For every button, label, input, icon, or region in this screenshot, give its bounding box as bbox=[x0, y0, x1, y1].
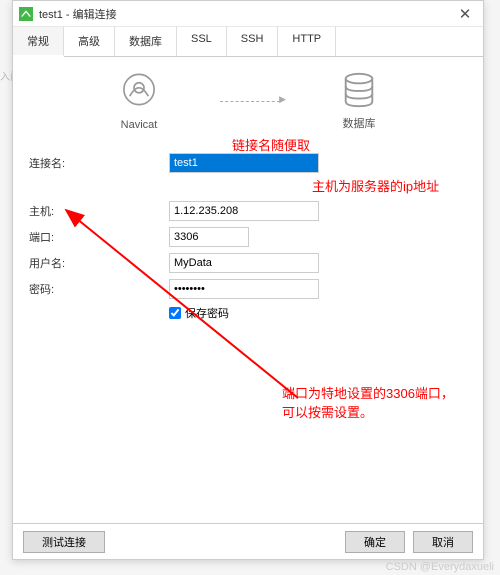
connection-diagram: Navicat 数据库 bbox=[29, 71, 467, 131]
save-pass-label: 保存密码 bbox=[185, 305, 229, 321]
tab-advanced[interactable]: 高级 bbox=[64, 27, 115, 56]
tab-ssl[interactable]: SSL bbox=[177, 27, 227, 56]
tab-bar: 常规 高级 数据库 SSL SSH HTTP bbox=[13, 27, 483, 57]
test-connection-button[interactable]: 测试连接 bbox=[23, 531, 105, 553]
navicat-app-icon bbox=[19, 7, 33, 21]
user-label: 用户名: bbox=[29, 255, 169, 271]
window-title: test1 - 编辑连接 bbox=[39, 6, 453, 22]
host-label: 主机: bbox=[29, 203, 169, 219]
database-label: 数据库 bbox=[343, 115, 376, 131]
pass-label: 密码: bbox=[29, 281, 169, 297]
navicat-icon bbox=[118, 71, 160, 113]
watermark: CSDN @Everydaxueli bbox=[386, 561, 494, 573]
conn-name-label: 连接名: bbox=[29, 155, 169, 171]
tab-database[interactable]: 数据库 bbox=[115, 27, 177, 56]
user-input[interactable] bbox=[169, 253, 319, 273]
dialog-window: test1 - 编辑连接 ✕ 常规 高级 数据库 SSL SSH HTTP Na… bbox=[12, 0, 484, 560]
close-button[interactable]: ✕ bbox=[453, 2, 477, 26]
dialog-footer: 测试连接 确定 取消 bbox=[13, 523, 483, 559]
close-icon: ✕ bbox=[459, 5, 472, 23]
dialog-content: Navicat 数据库 连接名: 主机: 端口: bbox=[13, 57, 483, 523]
navicat-label: Navicat bbox=[121, 119, 158, 131]
save-pass-checkbox[interactable] bbox=[169, 307, 181, 319]
pass-input[interactable] bbox=[169, 279, 319, 299]
tab-general[interactable]: 常规 bbox=[13, 27, 64, 57]
cancel-button[interactable]: 取消 bbox=[413, 531, 473, 553]
conn-name-input[interactable] bbox=[169, 153, 319, 173]
ok-button[interactable]: 确定 bbox=[345, 531, 405, 553]
tab-http[interactable]: HTTP bbox=[278, 27, 336, 56]
port-label: 端口: bbox=[29, 229, 169, 245]
connector-line bbox=[220, 101, 280, 102]
host-input[interactable] bbox=[169, 201, 319, 221]
database-icon bbox=[340, 71, 378, 109]
titlebar: test1 - 编辑连接 ✕ bbox=[13, 1, 483, 27]
tab-ssh[interactable]: SSH bbox=[227, 27, 279, 56]
port-input[interactable] bbox=[169, 227, 249, 247]
